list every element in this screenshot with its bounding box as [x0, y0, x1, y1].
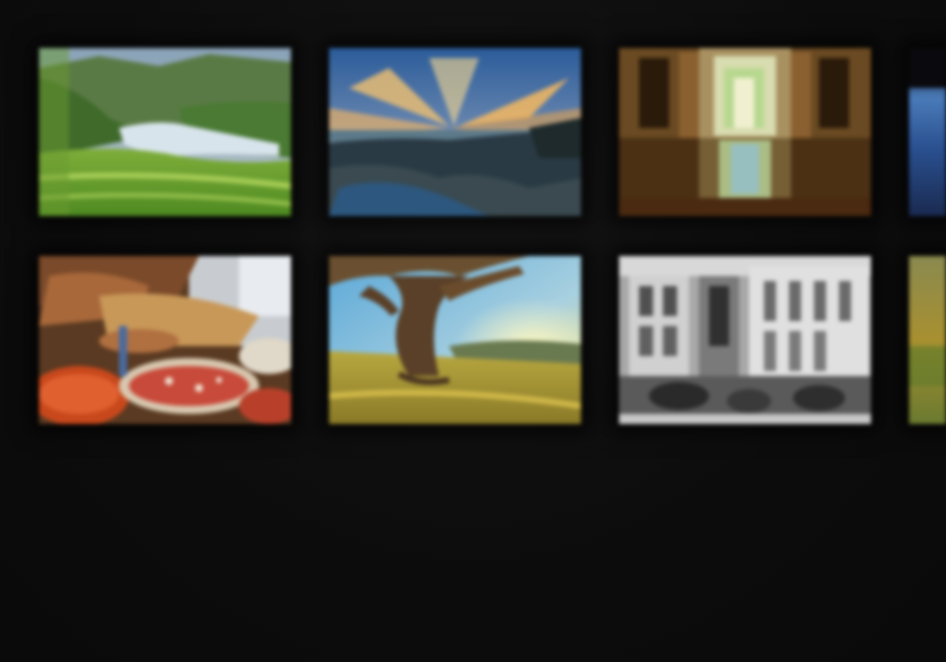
thumbnail-image — [909, 48, 946, 216]
thumbnail-image — [329, 48, 581, 216]
thumbnail-market-spices[interactable] — [39, 256, 291, 424]
thumbnail-image — [619, 48, 871, 216]
thumbnail-tree-on-hill[interactable] — [329, 256, 581, 424]
thumbnail-image — [39, 256, 291, 424]
thumbnail-monochrome-street[interactable] — [619, 256, 871, 424]
thumbnail-blue-water[interactable] — [909, 48, 946, 216]
thumbnail-reflective-corridor[interactable] — [619, 48, 871, 216]
app-screen — [0, 0, 946, 662]
photo-gallery-grid — [0, 0, 946, 662]
thumbnail-image — [619, 256, 871, 424]
thumbnail-image — [39, 48, 291, 216]
thumbnail-golden-field[interactable] — [909, 256, 946, 424]
thumbnail-green-valley[interactable] — [39, 48, 291, 216]
thumbnail-image — [329, 256, 581, 424]
thumbnail-sunset-coast[interactable] — [329, 48, 581, 216]
thumbnail-image — [909, 256, 946, 424]
